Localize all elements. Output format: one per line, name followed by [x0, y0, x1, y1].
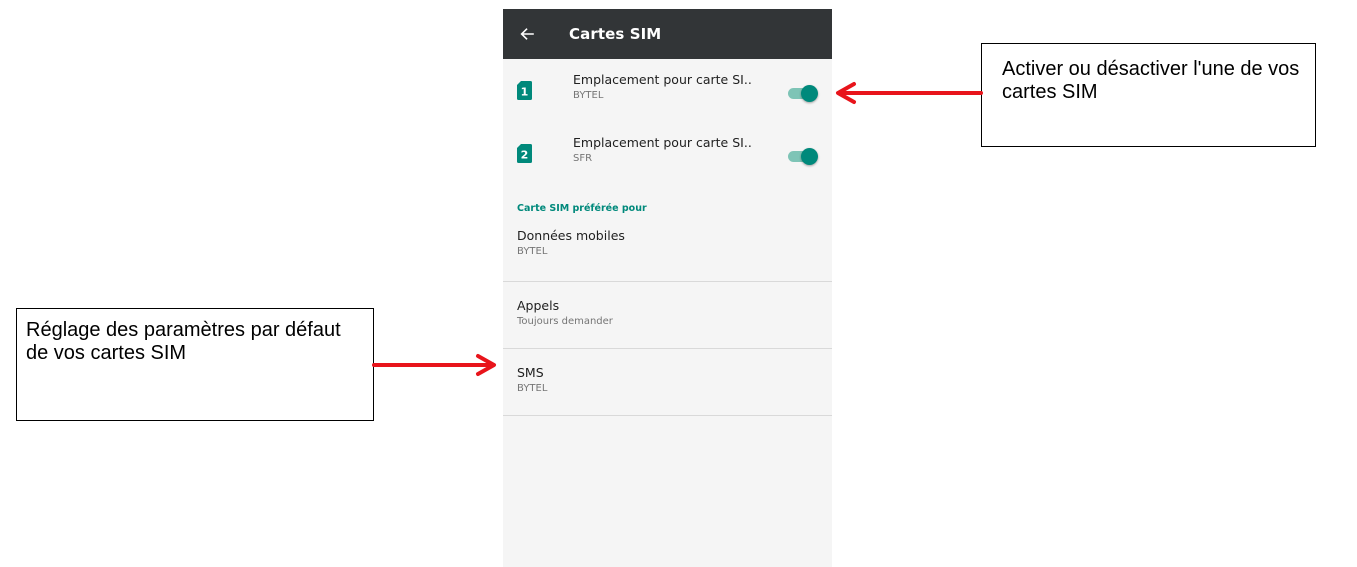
pref-sms[interactable]: SMS BYTEL: [503, 349, 832, 416]
sim-1-toggle[interactable]: [786, 85, 818, 102]
sim-slot-number: 1: [521, 86, 529, 99]
sim-operator: BYTEL: [573, 90, 604, 101]
preferred-sim-header: Carte SIM préférée pour: [517, 203, 647, 214]
pref-title: SMS: [517, 365, 544, 380]
sim-operator: SFR: [573, 153, 593, 164]
sim-card-icon: 2: [517, 144, 532, 163]
sim-slot-title: Emplacement pour carte SI..: [573, 135, 752, 150]
toggle-annotation-callout: Activer ou désactiver l'une de vos carte…: [981, 43, 1316, 147]
pref-value: BYTEL: [517, 383, 548, 394]
pref-value: BYTEL: [517, 246, 548, 257]
arrow-to-defaults-icon: [372, 354, 496, 376]
pref-title: Appels: [517, 298, 560, 313]
sim-slot-number: 2: [521, 149, 529, 162]
sim-2-toggle[interactable]: [786, 148, 818, 165]
divider: [503, 415, 832, 416]
arrow-to-toggle-icon: [836, 82, 983, 104]
pref-calls[interactable]: Appels Toujours demander: [503, 282, 832, 349]
arrow-left-icon: [520, 28, 534, 40]
back-button[interactable]: [503, 9, 551, 59]
phone-screen: Cartes SIM 1 Emplacement pour carte SI..…: [503, 9, 832, 567]
pref-value: Toujours demander: [517, 316, 613, 327]
pref-title: Données mobiles: [517, 228, 625, 243]
sim-card-icon: 1: [517, 81, 532, 100]
sim-slot-title: Emplacement pour carte SI..: [573, 72, 752, 87]
toggle-thumb: [801, 85, 818, 102]
sim-slot-1-row[interactable]: 1 Emplacement pour carte SI.. BYTEL: [503, 59, 832, 122]
page-title: Cartes SIM: [569, 25, 662, 43]
pref-mobile-data[interactable]: Données mobiles BYTEL: [503, 219, 832, 282]
sim-slot-2-row[interactable]: 2 Emplacement pour carte SI.. SFR: [503, 122, 832, 185]
app-bar: Cartes SIM: [503, 9, 832, 59]
toggle-thumb: [801, 148, 818, 165]
defaults-annotation-callout: Réglage des paramètres par défaut de vos…: [16, 308, 374, 421]
